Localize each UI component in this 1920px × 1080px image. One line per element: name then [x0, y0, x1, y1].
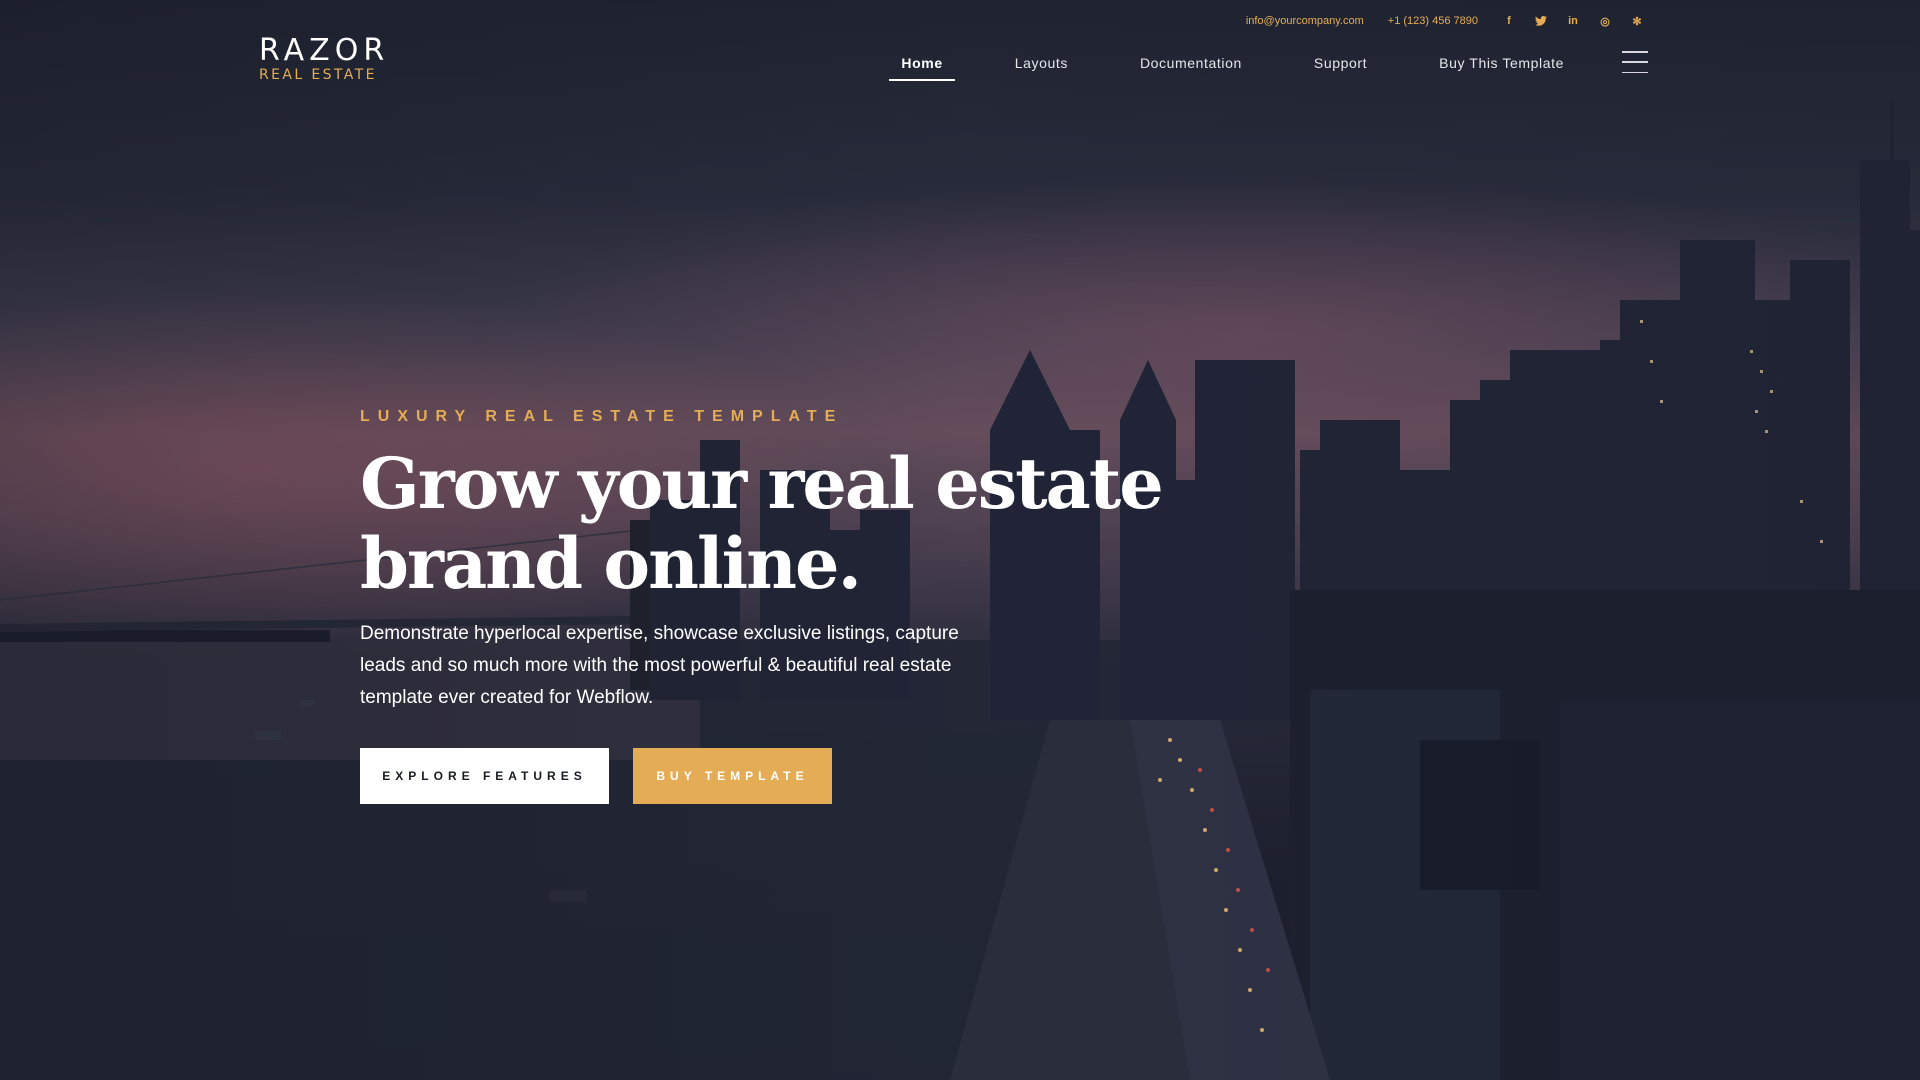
- nav-item-layouts[interactable]: Layouts: [1003, 50, 1080, 81]
- contact-phone-link[interactable]: +1 (123) 456 7890: [1388, 15, 1478, 27]
- explore-features-button[interactable]: EXPLORE FEATURES: [360, 748, 609, 804]
- nav-item-home[interactable]: Home: [889, 50, 956, 81]
- instagram-icon[interactable]: ◎: [1598, 14, 1612, 28]
- buy-template-button[interactable]: BUY TEMPLATE: [633, 748, 832, 804]
- main-nav: Home Layouts Documentation Support Buy T…: [889, 50, 1576, 81]
- contact-email-link[interactable]: info@yourcompany.com: [1246, 15, 1364, 27]
- contact-bar: info@yourcompany.com +1 (123) 456 7890 f…: [1246, 14, 1644, 28]
- twitter-icon[interactable]: [1534, 14, 1548, 28]
- brand-tagline: REAL ESTATE: [259, 67, 377, 83]
- brand-logo[interactable]: RAZOR REAL ESTATE: [259, 33, 390, 83]
- hero-headline: Grow your real estate brand online.: [360, 442, 1164, 605]
- nav-item-support[interactable]: Support: [1302, 50, 1379, 81]
- nav-item-documentation[interactable]: Documentation: [1128, 50, 1254, 81]
- yelp-icon[interactable]: ✻: [1630, 14, 1644, 28]
- facebook-icon[interactable]: f: [1502, 14, 1516, 28]
- hero-description: Demonstrate hyperlocal expertise, showca…: [360, 623, 959, 708]
- nav-item-buy-template[interactable]: Buy This Template: [1427, 50, 1576, 81]
- linkedin-icon[interactable]: in: [1566, 14, 1580, 28]
- brand-name: RAZOR: [259, 33, 390, 68]
- social-links: f in ◎ ✻: [1502, 14, 1644, 28]
- hero-eyebrow: LUXURY REAL ESTATE TEMPLATE: [360, 408, 844, 425]
- hero-buttons: EXPLORE FEATURES BUY TEMPLATE: [360, 748, 1260, 804]
- hamburger-menu-icon[interactable]: [1622, 51, 1648, 73]
- hero-section: LUXURY REAL ESTATE TEMPLATE Grow your re…: [360, 408, 1260, 804]
